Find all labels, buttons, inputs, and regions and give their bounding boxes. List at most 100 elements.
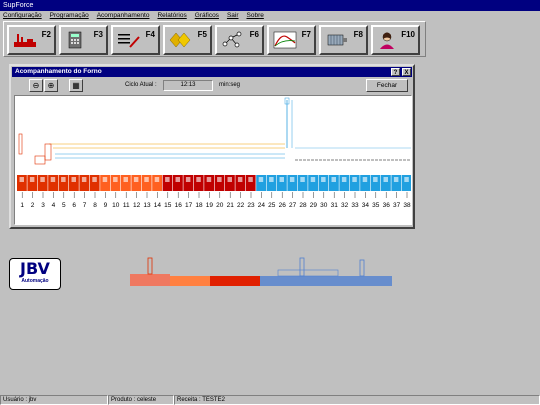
kiln-zone-window [373, 177, 378, 182]
zoom-in-button[interactable]: ⊕ [44, 79, 58, 92]
f5-button[interactable]: F5 [163, 25, 212, 55]
kiln-position-label: 6 [72, 202, 76, 209]
view-button[interactable]: ▦ [69, 79, 83, 92]
kiln-position-label: 8 [93, 202, 97, 209]
kiln-position-label: 19 [206, 202, 214, 209]
menu-relatorios[interactable]: Relatórios [157, 11, 186, 21]
kiln-zone-window [352, 177, 357, 182]
kiln-zone-window [279, 177, 284, 182]
kiln-position-label: 24 [258, 202, 266, 209]
status-product: Produto : celeste [108, 395, 174, 405]
f4-button[interactable]: F4 [111, 25, 160, 55]
kiln-zone-window [289, 177, 295, 182]
zoom-out-button[interactable]: ⊖ [29, 79, 43, 92]
f7-button[interactable]: F7 [267, 25, 316, 55]
kiln-zone-window [206, 177, 212, 182]
kiln-bars [17, 175, 412, 198]
kiln-position-label: 10 [112, 202, 120, 209]
kiln-position-label: 2 [31, 202, 35, 209]
cycle-unit: min:seg [219, 82, 241, 88]
kiln-zone-window [61, 177, 66, 182]
f2-button[interactable]: F2 [7, 25, 56, 55]
kiln-zone-window [269, 177, 274, 182]
menu-sair[interactable]: Sair [227, 11, 239, 21]
kiln-zone-window [196, 177, 201, 182]
kiln-zone-window [321, 177, 326, 182]
app-title: SupForce [3, 2, 34, 9]
kiln-zone-window [362, 177, 368, 182]
kiln-position-label: 28 [299, 202, 307, 209]
kiln-zone-window [71, 177, 76, 182]
kiln-zone-window [19, 177, 24, 182]
kiln-zone-window [81, 177, 87, 182]
kiln-position-label: 29 [310, 202, 318, 209]
f6-label: F6 [249, 30, 259, 39]
menu-sobre[interactable]: Sobre [247, 11, 264, 21]
kiln-position-label: 16 [175, 202, 183, 209]
f2-label: F2 [41, 30, 51, 39]
help-button[interactable]: ? [391, 68, 400, 76]
kiln-zone-window [40, 177, 45, 182]
kiln-zone-window [300, 177, 305, 182]
kiln-position-label: 13 [143, 202, 151, 209]
fechar-button[interactable]: Fechar [366, 79, 408, 92]
window-close-button[interactable]: X [402, 68, 411, 76]
kiln-zone-window [331, 177, 336, 182]
zoom-out-icon: ⊖ [32, 81, 40, 90]
kiln-zone-window [217, 177, 222, 182]
kiln-zone-window [165, 177, 170, 182]
cycle-label: Ciclo Atual : [125, 82, 157, 88]
kiln-canvas: 1 2 3 4 5 6 7 8 9 10 11 12 13 14 15 16 17 18 19 20 21 22 23 24 2… [14, 95, 412, 225]
curve-chart-icon [273, 31, 297, 49]
kiln-zone-window [175, 177, 180, 182]
menu-acompanhamento[interactable]: Acompanhamento [97, 11, 150, 21]
kiln-position-label: 11 [123, 202, 130, 209]
settings-list-icon [118, 34, 140, 48]
f8-button[interactable]: F8 [319, 25, 368, 55]
app-titlebar: SupForce [0, 0, 540, 11]
kiln-position-label: 17 [185, 202, 193, 209]
kiln-zone-window [383, 177, 388, 182]
kiln-position-label: 36 [383, 202, 391, 209]
f3-button[interactable]: F3 [59, 25, 108, 55]
kiln-position-label: 22 [237, 202, 245, 209]
logo-main-text: JBV [20, 259, 50, 278]
kiln-zone-window [310, 177, 316, 182]
kiln-position-label: 23 [247, 202, 255, 209]
kiln-icon [14, 34, 36, 47]
kiln-position-label: 38 [403, 202, 411, 209]
network-icon [222, 31, 242, 48]
menu-graficos[interactable]: Gráficos [195, 11, 219, 21]
kiln-position-label: 18 [195, 202, 203, 209]
kiln-zone-window [144, 177, 149, 182]
kiln-position-label: 1 [20, 202, 24, 209]
fechar-label: Fechar [376, 82, 398, 89]
kiln-position-label: 3 [41, 202, 45, 209]
f10-button[interactable]: F10 [371, 25, 420, 55]
kiln-zone-window [404, 177, 409, 182]
kiln-zone-window [29, 177, 35, 182]
motor-icon [327, 34, 347, 46]
kiln-position-label: 37 [393, 202, 401, 209]
status-user: Usuário : jbv [0, 395, 108, 405]
kiln-position-label: 35 [372, 202, 380, 209]
kiln-position-label: 31 [331, 202, 339, 209]
kiln-zone-window [393, 177, 399, 182]
f7-label: F7 [301, 30, 311, 39]
grid-view-icon: ▦ [72, 81, 80, 90]
kiln-window-titlebar: Acompanhamento do Forno ? X [12, 67, 412, 77]
kiln-zone-window [154, 177, 160, 182]
kiln-position-label: 4 [52, 202, 56, 209]
status-bar: Usuário : jbv Produto : celeste Receita … [0, 395, 540, 405]
kiln-zone-window [237, 177, 243, 182]
f6-button[interactable]: F6 [215, 25, 264, 55]
kiln-position-label: 26 [279, 202, 287, 209]
cycle-value: 12:13 [180, 82, 196, 88]
menu-configuracao[interactable]: Configuração [3, 11, 42, 21]
kiln-position-label: 25 [268, 202, 276, 209]
kiln-position-label: 5 [62, 202, 66, 209]
main-toolbar: F2 F3 F4 F5 F6 F7 F8 F10 [3, 21, 426, 57]
kiln-position-label: 33 [351, 202, 359, 209]
menu-programacao[interactable]: Programação [50, 11, 89, 21]
kiln-zone-window [248, 177, 253, 182]
